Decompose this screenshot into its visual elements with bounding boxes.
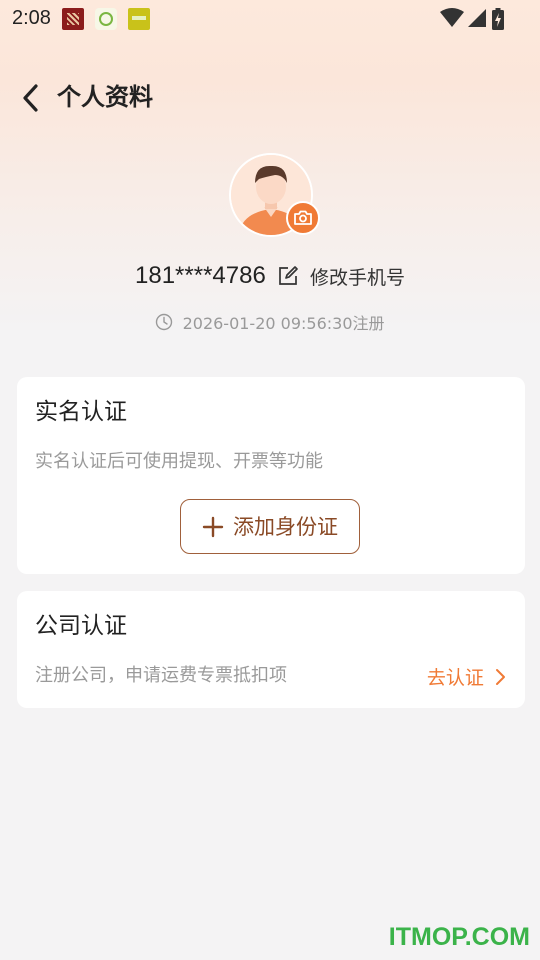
edit-icon xyxy=(279,266,298,285)
battery-charging-icon xyxy=(492,8,504,30)
real-name-description: 实名认证后可使用提现、开票等功能 xyxy=(35,451,323,472)
add-id-card-button[interactable]: 添加身份证 xyxy=(180,499,360,554)
app-notification-icon xyxy=(62,8,84,30)
go-verify-label: 去认证 xyxy=(426,667,484,689)
go-verify-link[interactable]: 去认证 xyxy=(427,663,507,689)
company-card: 公司认证 注册公司，申请运费专票抵扣项 去认证 xyxy=(17,591,525,708)
signal-icon xyxy=(468,9,486,27)
avatar-section xyxy=(229,153,320,237)
edit-phone-button[interactable]: 修改手机号 xyxy=(277,263,405,290)
edit-phone-label: 修改手机号 xyxy=(309,266,405,289)
camera-button[interactable] xyxy=(286,201,320,235)
clock-icon xyxy=(156,313,173,331)
back-button[interactable] xyxy=(16,82,48,114)
real-name-card: 实名认证 实名认证后可使用提现、开票等功能 添加身份证 xyxy=(17,377,525,574)
status-time: 2:08 xyxy=(12,7,51,29)
app-notification-icon xyxy=(95,8,117,30)
registration-time: 2026-01-20 09:56:30注册 xyxy=(182,314,385,333)
add-id-card-label: 添加身份证 xyxy=(233,514,339,539)
chevron-right-icon xyxy=(496,668,505,685)
watermark: ITMOP.COM xyxy=(388,923,530,951)
app-notification-icon xyxy=(128,8,150,30)
header: 个人资料 xyxy=(0,70,540,126)
wifi-icon xyxy=(440,8,464,27)
company-title: 公司认证 xyxy=(35,613,127,639)
registration-row: 2026-01-20 09:56:30注册 xyxy=(0,310,540,333)
page-title: 个人资料 xyxy=(57,83,153,111)
company-description: 注册公司，申请运费专票抵扣项 xyxy=(35,665,287,686)
real-name-title: 实名认证 xyxy=(35,399,127,425)
status-bar: 2:08 xyxy=(0,0,540,38)
phone-row: 181****4786 修改手机号 xyxy=(0,262,540,298)
phone-number: 181****4786 xyxy=(135,262,266,289)
camera-icon xyxy=(294,210,312,225)
plus-icon xyxy=(202,516,224,537)
